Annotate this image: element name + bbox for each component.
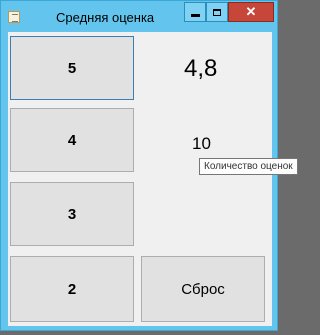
maximize-button[interactable] <box>206 2 228 22</box>
average-value: 4,8 <box>184 55 218 82</box>
minimize-icon <box>190 13 200 17</box>
close-button[interactable]: ✕ <box>228 2 274 22</box>
grade-5-button[interactable]: 5 <box>10 36 134 100</box>
reset-button[interactable]: Сброс <box>141 256 265 322</box>
grade-4-button[interactable]: 4 <box>10 108 134 172</box>
notepad-icon[interactable] <box>8 11 20 23</box>
count-tooltip: Количество оценок <box>199 158 298 175</box>
close-icon: ✕ <box>245 4 257 19</box>
grade-3-button[interactable]: 3 <box>10 182 134 246</box>
maximize-icon <box>213 8 221 16</box>
app-window: Средняя оценка ✕ 5 4 3 2 4,8 10 Количест… <box>0 0 298 331</box>
count-value: 10 <box>192 134 211 153</box>
window-title: Средняя оценка <box>56 10 155 25</box>
grade-2-button[interactable]: 2 <box>10 256 134 322</box>
minimize-button[interactable] <box>184 2 206 22</box>
title-bar[interactable]: Средняя оценка ✕ <box>1 1 277 31</box>
client-area: 5 4 3 2 4,8 10 Количество оценок Сброс <box>8 32 298 326</box>
